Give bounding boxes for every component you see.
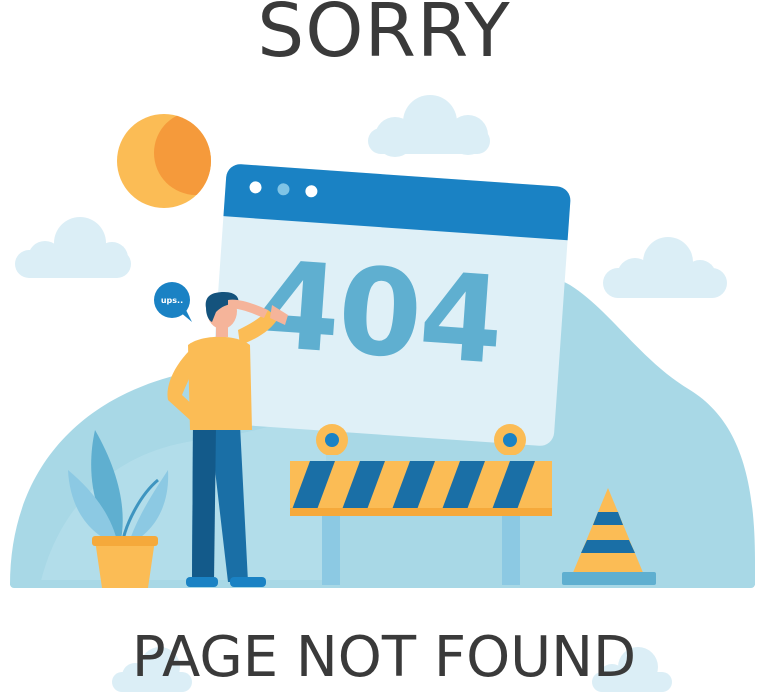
cloud-icon [368, 95, 490, 157]
error-code: 404 [252, 236, 506, 392]
speech-bubble-icon: ups.. [154, 282, 192, 322]
speech-bubble-text: ups.. [161, 296, 183, 305]
illustration: 404 ups.. [10, 95, 755, 692]
sun-icon [117, 114, 211, 208]
cloud-icon [603, 237, 727, 298]
browser-window-icon: 404 [209, 164, 571, 446]
page-subtitle: PAGE NOT FOUND [131, 625, 637, 690]
cloud-icon [15, 217, 131, 278]
